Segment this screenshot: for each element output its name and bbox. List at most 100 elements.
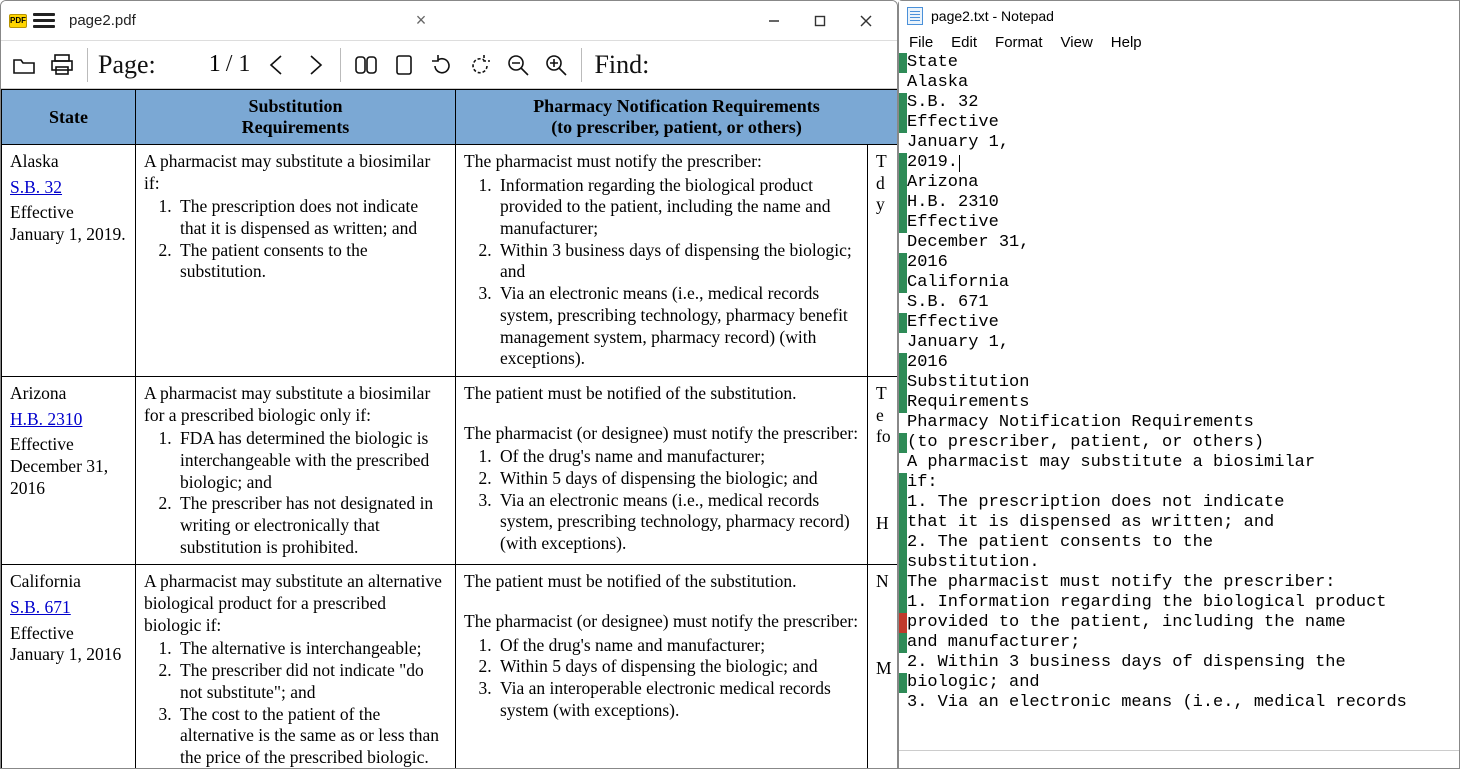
change-marker: [899, 553, 907, 573]
change-marker: [899, 533, 907, 553]
pdf-app-icon: PDF: [9, 14, 27, 28]
pdf-tab-title[interactable]: page2.pdf: [69, 12, 136, 29]
text-line: The pharmacist must notify the prescribe…: [899, 573, 1455, 593]
text-line: 2. Within 3 business days of dispensing …: [899, 653, 1455, 673]
text-line: California: [899, 273, 1455, 293]
notepad-status-bar: [899, 750, 1459, 768]
text-line: substitution.: [899, 553, 1455, 573]
change-marker: [899, 473, 907, 493]
cell-cutoff: T e fo H: [868, 376, 898, 565]
col-header-state: State: [2, 90, 136, 145]
window-minimize-button[interactable]: [751, 1, 797, 41]
table-row: CaliforniaS.B. 671Effective January 1, 2…: [2, 565, 898, 768]
pdf-page-area[interactable]: State Substitution Requirements Pharmacy…: [1, 89, 897, 768]
text-line: State: [899, 53, 1455, 73]
text-line: Pharmacy Notification Requirements: [899, 413, 1455, 433]
bill-link[interactable]: S.B. 32: [10, 177, 62, 197]
cell-notification: The patient must be notified of the subs…: [456, 376, 868, 565]
notepad-app-icon: [907, 7, 923, 25]
cell-state: CaliforniaS.B. 671Effective January 1, 2…: [2, 565, 136, 768]
notepad-titlebar: page2.txt - Notepad: [899, 1, 1459, 31]
bill-link[interactable]: S.B. 671: [10, 597, 71, 617]
change-marker: [899, 353, 907, 373]
change-marker: [899, 453, 907, 473]
change-marker: [899, 233, 907, 253]
fit-single-page-icon[interactable]: [387, 48, 421, 82]
bill-link[interactable]: H.B. 2310: [10, 409, 82, 429]
page-label: Page:: [98, 50, 156, 80]
change-marker: [899, 693, 907, 713]
text-line: 2016: [899, 253, 1455, 273]
change-marker: [899, 513, 907, 533]
page-number-input[interactable]: [166, 48, 222, 82]
print-icon[interactable]: [45, 48, 79, 82]
menu-view[interactable]: View: [1061, 34, 1093, 51]
page-total: / 1: [226, 51, 251, 78]
text-line: (to prescriber, patient, or others): [899, 433, 1455, 453]
change-marker: [899, 193, 907, 213]
text-line: and manufacturer;: [899, 633, 1455, 653]
text-line: S.B. 32: [899, 93, 1455, 113]
zoom-out-icon[interactable]: [501, 48, 535, 82]
cell-state: AlaskaS.B. 32Effective January 1, 2019.: [2, 145, 136, 377]
change-marker: [899, 433, 907, 453]
pdf-toolbar: Page: / 1 Find:: [1, 41, 897, 89]
table-row: AlaskaS.B. 32Effective January 1, 2019.A…: [2, 145, 898, 377]
change-marker: [899, 53, 907, 73]
text-line: 1. The prescription does not indicate: [899, 493, 1455, 513]
change-marker: [899, 613, 907, 633]
rotate-right-icon[interactable]: [463, 48, 497, 82]
notepad-menu: File Edit Format View Help: [899, 31, 1459, 53]
fit-two-page-icon[interactable]: [349, 48, 383, 82]
window-close-button[interactable]: [843, 1, 889, 41]
change-marker: [899, 173, 907, 193]
change-marker: [899, 413, 907, 433]
text-line: 2. The patient consents to the: [899, 533, 1455, 553]
text-line: Effective: [899, 113, 1455, 133]
change-marker: [899, 633, 907, 653]
text-line: January 1,: [899, 133, 1455, 153]
col-header-notification: Pharmacy Notification Requirements (to p…: [456, 90, 898, 145]
change-marker: [899, 493, 907, 513]
text-line: 1. Information regarding the biological …: [899, 593, 1455, 613]
change-marker: [899, 373, 907, 393]
text-line: S.B. 671: [899, 293, 1455, 313]
rotate-left-icon[interactable]: [425, 48, 459, 82]
tab-close-icon[interactable]: ×: [416, 10, 427, 31]
change-marker: [899, 313, 907, 333]
cell-cutoff: T d y: [868, 145, 898, 377]
notepad-window: page2.txt - Notepad File Edit Format Vie…: [898, 0, 1460, 769]
window-maximize-button[interactable]: [797, 1, 843, 41]
change-marker: [899, 673, 907, 693]
cell-substitution: A pharmacist may substitute an alternati…: [136, 565, 456, 768]
col-header-substitution: Substitution Requirements: [136, 90, 456, 145]
change-marker: [899, 393, 907, 413]
find-input[interactable]: [653, 48, 793, 82]
change-marker: [899, 133, 907, 153]
cell-state: ArizonaH.B. 2310Effective December 31, 2…: [2, 376, 136, 565]
text-line: Arizona: [899, 173, 1455, 193]
menu-format[interactable]: Format: [995, 34, 1043, 51]
text-line: 3. Via an electronic means (i.e., medica…: [899, 693, 1455, 713]
pdf-titlebar: PDF page2.pdf ×: [1, 1, 897, 41]
change-marker: [899, 293, 907, 313]
menu-file[interactable]: File: [909, 34, 933, 51]
zoom-in-icon[interactable]: [539, 48, 573, 82]
menu-edit[interactable]: Edit: [951, 34, 977, 51]
open-file-icon[interactable]: [7, 48, 41, 82]
text-line: Alaska: [899, 73, 1455, 93]
change-marker: [899, 73, 907, 93]
text-line: Substitution: [899, 373, 1455, 393]
prev-page-icon[interactable]: [260, 48, 294, 82]
table-row: ArizonaH.B. 2310Effective December 31, 2…: [2, 376, 898, 565]
cell-notification: The pharmacist must notify the prescribe…: [456, 145, 868, 377]
text-line: December 31,: [899, 233, 1455, 253]
change-marker: [899, 333, 907, 353]
change-marker: [899, 93, 907, 113]
menu-help[interactable]: Help: [1111, 34, 1142, 51]
next-page-icon[interactable]: [298, 48, 332, 82]
hamburger-icon[interactable]: [33, 10, 55, 31]
text-line: if:: [899, 473, 1455, 493]
change-marker: [899, 573, 907, 593]
notepad-text-area[interactable]: StateAlaskaS.B. 32EffectiveJanuary 1, 201…: [899, 53, 1459, 750]
